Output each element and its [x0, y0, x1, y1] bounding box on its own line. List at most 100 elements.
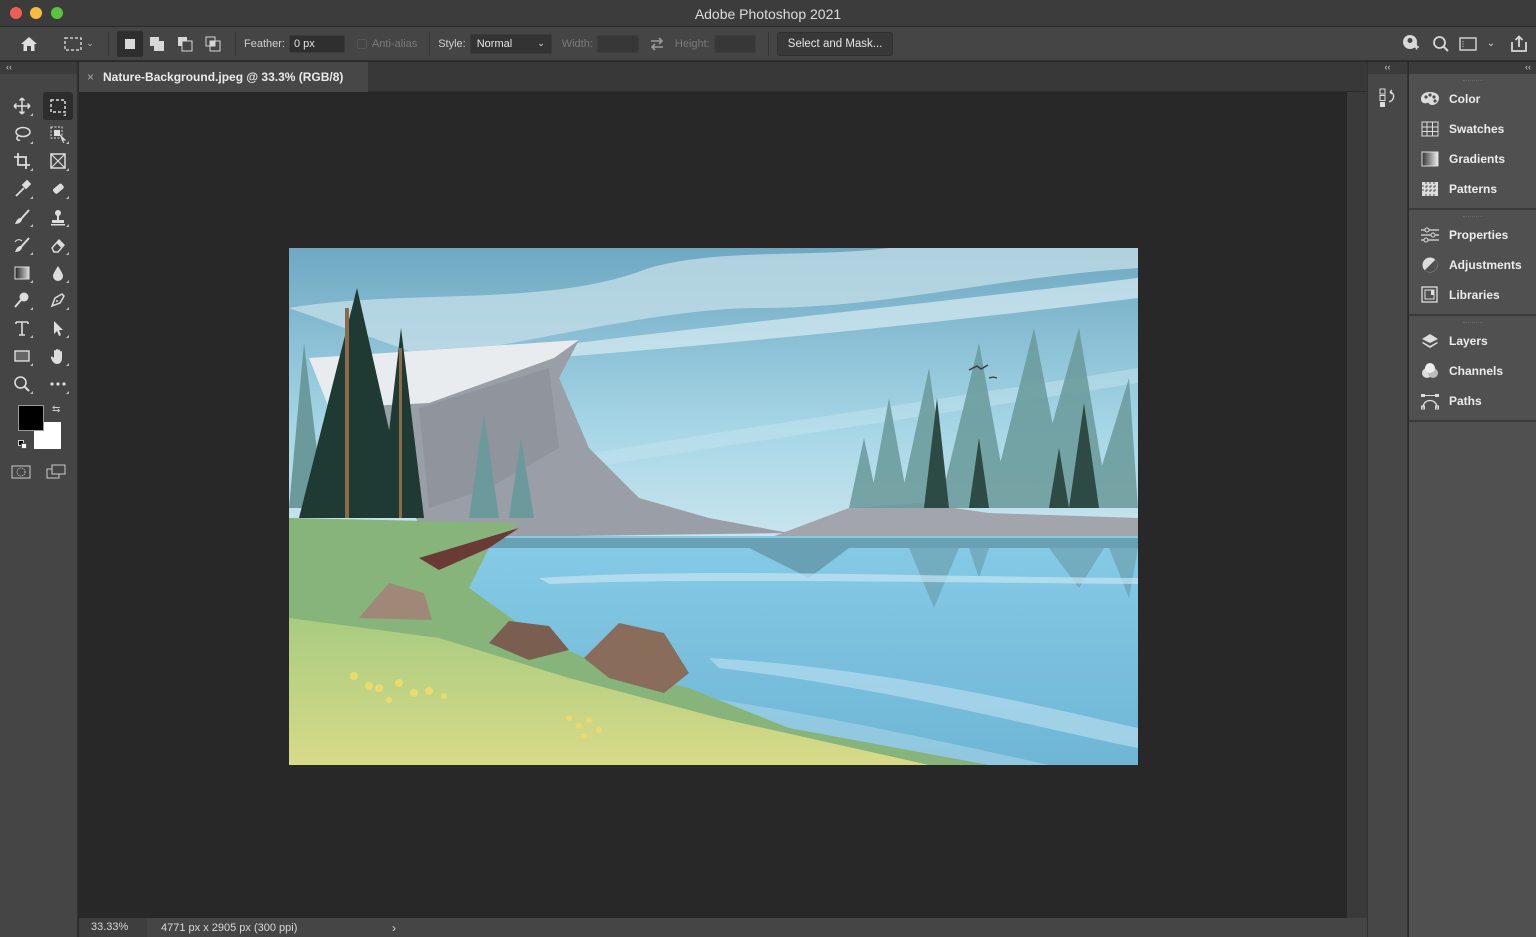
hand-tool[interactable]	[40, 342, 76, 370]
tool-preset-picker[interactable]: ⌄	[58, 31, 100, 57]
clone-stamp-tool[interactable]	[40, 203, 76, 231]
crop-tool[interactable]	[4, 148, 40, 176]
submenu-indicator	[30, 223, 33, 227]
zoom-tool[interactable]	[4, 370, 40, 398]
gradient-tool[interactable]	[4, 259, 40, 287]
submenu-indicator	[30, 251, 33, 255]
workspace-dropdown[interactable]: ⌄	[1480, 31, 1502, 57]
eraser-tool[interactable]	[40, 231, 76, 259]
chevron-down-icon: ⌄	[1486, 38, 1496, 49]
swap-width-height-button[interactable]	[639, 31, 675, 57]
spot-healing-brush-tool[interactable]	[40, 175, 76, 203]
pen-icon	[50, 293, 65, 308]
vertical-scrollbar[interactable]	[1347, 92, 1367, 918]
brush-icon	[15, 209, 30, 225]
frame-tool[interactable]	[40, 148, 76, 176]
swatches-icon	[1421, 121, 1439, 137]
gradients-icon	[1421, 151, 1439, 167]
edit-toolbar[interactable]	[40, 370, 76, 398]
panel-tab-paths[interactable]: Paths	[1409, 386, 1536, 416]
width-input[interactable]	[596, 34, 639, 53]
panel-tab-patterns[interactable]: Patterns	[1409, 174, 1536, 204]
zoom-level[interactable]: 33.33%	[79, 918, 147, 937]
share-learn-icon	[1403, 34, 1419, 49]
frame-icon	[50, 153, 66, 170]
document-tab[interactable]: × Nature-Background.jpeg @ 33.3% (RGB/8)	[79, 62, 368, 92]
panel-tab-color[interactable]: Color	[1409, 84, 1536, 114]
intersect-selection-button[interactable]	[199, 31, 227, 57]
panel-tab-channels[interactable]: Channels	[1409, 356, 1536, 386]
status-bar: 33.33% 4771 px x 2905 px (300 ppi) ›	[79, 918, 1367, 937]
move-tool[interactable]	[4, 92, 40, 120]
blur-icon	[53, 265, 63, 281]
panel-tab-swatches[interactable]: Swatches	[1409, 114, 1536, 144]
history-panel-button[interactable]	[1368, 74, 1407, 108]
screen-mode-button[interactable]	[46, 464, 66, 485]
spot-healing-brush-icon	[53, 183, 64, 194]
subtract-from-selection-icon	[178, 36, 193, 51]
rectangular-marquee-tool[interactable]	[43, 92, 73, 120]
document-tab-bar: × Nature-Background.jpeg @ 33.3% (RGB/8)	[79, 62, 1367, 92]
path-selection-tool[interactable]	[40, 314, 76, 342]
panel-tab-label: Patterns	[1449, 182, 1498, 196]
learn-button[interactable]	[1396, 31, 1426, 57]
dodge-icon	[14, 292, 29, 309]
brush-tool[interactable]	[4, 203, 40, 231]
antialias-checkbox[interactable]	[356, 38, 367, 49]
submenu-indicator	[66, 140, 69, 144]
default-colors-icon[interactable]	[18, 440, 28, 450]
zoom-icon	[14, 376, 30, 392]
gradient-icon	[14, 266, 30, 280]
quick-mask-button[interactable]	[11, 464, 31, 485]
panel-tab-label: Channels	[1449, 364, 1504, 378]
submenu-indicator	[30, 196, 33, 200]
status-menu-arrow[interactable]: ›	[392, 921, 396, 935]
feather-label: Feather:	[244, 37, 285, 50]
lasso-tool[interactable]	[4, 120, 40, 148]
submenu-indicator	[30, 390, 33, 394]
panel-tab-layers[interactable]: Layers	[1409, 326, 1536, 356]
collapse-toolbar-button[interactable]: ‹‹	[0, 62, 77, 74]
panel-tab-libraries[interactable]: Libraries	[1409, 280, 1536, 310]
swap-colors-icon[interactable]: ⇆	[52, 404, 60, 415]
search-button[interactable]	[1426, 31, 1456, 57]
app-title: Adobe Photoshop 2021	[694, 6, 842, 22]
blur-tool[interactable]	[40, 259, 76, 287]
height-label: Height:	[674, 37, 710, 50]
options-bar: ⌄ Feather: 0 px Anti-alias Style: Normal…	[0, 27, 1536, 61]
document-image[interactable]	[289, 248, 1138, 765]
eyedropper-tool[interactable]	[4, 175, 40, 203]
select-and-mask-button[interactable]: Select and Mask...	[776, 31, 894, 56]
submenu-indicator	[66, 196, 69, 200]
home-button[interactable]	[0, 31, 58, 57]
type-tool[interactable]	[4, 314, 40, 342]
collapse-panels-button[interactable]: ‹‹	[1368, 62, 1407, 74]
collapse-dock-button[interactable]: ‹‹	[1409, 62, 1536, 74]
subtract-from-selection-button[interactable]	[171, 31, 199, 57]
intersect-selection-icon	[205, 36, 221, 51]
submenu-indicator	[66, 335, 69, 339]
height-input[interactable]	[713, 34, 756, 53]
submenu-indicator	[66, 279, 69, 283]
add-to-selection-button[interactable]	[143, 31, 171, 57]
rectangle-tool[interactable]	[4, 342, 40, 370]
share-button[interactable]	[1502, 31, 1536, 57]
panel-tab-adjustments[interactable]: Adjustments	[1409, 250, 1536, 280]
panel-group: Properties Adjustments Libraries	[1409, 210, 1536, 316]
submenu-indicator	[66, 223, 69, 227]
add-to-selection-icon	[150, 36, 164, 51]
tools-panel: ‹‹ ⇆	[0, 62, 78, 937]
foreground-color-swatch[interactable]	[18, 405, 44, 431]
panel-tab-properties[interactable]: Properties	[1409, 220, 1536, 250]
panel-tab-gradients[interactable]: Gradients	[1409, 144, 1536, 174]
palette-icon	[1421, 92, 1439, 105]
close-tab-icon[interactable]: ×	[87, 70, 94, 84]
object-selection-tool[interactable]	[40, 120, 76, 148]
pen-tool[interactable]	[40, 287, 76, 315]
style-select[interactable]: Normal ⌄	[469, 33, 552, 54]
history-brush-tool[interactable]	[4, 231, 40, 259]
workspace-button[interactable]	[1456, 31, 1480, 57]
feather-input[interactable]: 0 px	[288, 34, 345, 53]
new-selection-button[interactable]	[117, 30, 143, 57]
dodge-tool[interactable]	[4, 287, 40, 315]
